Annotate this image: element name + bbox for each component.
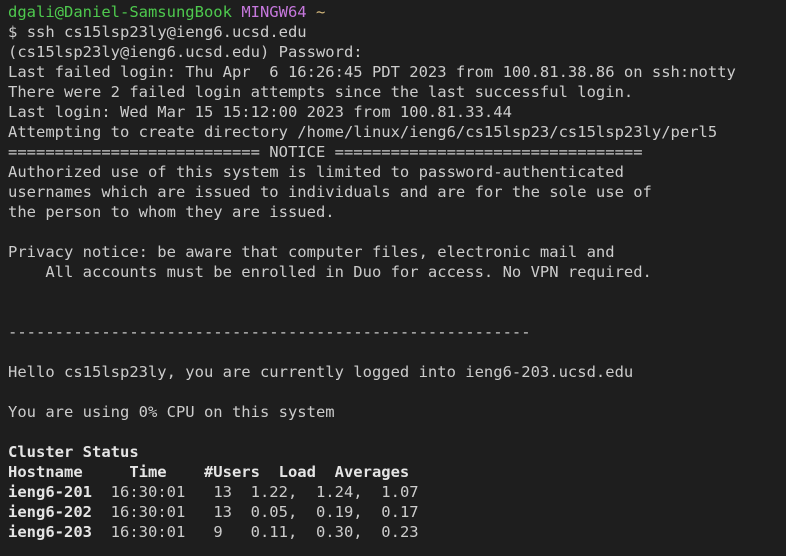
cluster-hostname: ieng6-201 [8,483,92,501]
output-line: Attempting to create directory /home/lin… [8,123,718,141]
prompt-path: ~ [315,3,326,21]
output-line: Last login: Wed Mar 15 15:12:00 2023 fro… [8,103,512,121]
output-line: (cs15lsp23ly@ieng6.ucsd.edu) Password: [8,43,363,61]
command-line: $ ssh cs15lsp23ly@ieng6.ucsd.edu [8,22,786,42]
cpu-usage-line: You are using 0% CPU on this system [8,403,335,421]
cluster-row: ieng6-201 16:30:01 13 1.22, 1.24, 1.07 [8,482,786,502]
output-line: There were 2 failed login attempts since… [8,83,634,101]
cluster-hostname: ieng6-202 [8,503,92,521]
separator-line: ----------------------------------------… [8,323,531,341]
cluster-row-values: 16:30:01 13 1.22, 1.24, 1.07 [92,483,419,501]
prompt-symbol: $ [8,23,18,41]
prompt-user-host: dgali@Daniel-SamsungBook [8,3,232,21]
output-line: Authorized use of this system is limited… [8,163,624,181]
cluster-row-values: 16:30:01 13 0.05, 0.19, 0.17 [92,503,419,521]
prompt-line: dgali@Daniel-SamsungBook MINGW64 ~ [8,2,786,22]
output-line: the person to whom they are issued. [8,203,335,221]
cluster-hostname: ieng6-203 [8,523,92,541]
output-line: All accounts must be enrolled in Duo for… [8,263,652,281]
greeting-line: Hello cs15lsp23ly, you are currently log… [8,363,634,381]
output-line: Last failed login: Thu Apr 6 16:26:45 PD… [8,63,736,81]
cluster-status-title: Cluster Status [8,443,139,461]
notice-banner: =========================== NOTICE =====… [8,143,643,161]
terminal-window[interactable]: dgali@Daniel-SamsungBook MINGW64 ~ $ ssh… [0,0,786,556]
cluster-row: ieng6-202 16:30:01 13 0.05, 0.19, 0.17 [8,502,786,522]
output-line: usernames which are issued to individual… [8,183,652,201]
cluster-row-values: 16:30:01 9 0.11, 0.30, 0.23 [92,523,419,541]
prompt-shell-name: MINGW64 [241,3,307,21]
cluster-table-header: Hostname Time #Users Load Averages [8,463,410,481]
cluster-row: ieng6-203 16:30:01 9 0.11, 0.30, 0.23 [8,522,786,542]
command-text: ssh cs15lsp23ly@ieng6.ucsd.edu [26,23,307,41]
output-line: Privacy notice: be aware that computer f… [8,243,615,261]
